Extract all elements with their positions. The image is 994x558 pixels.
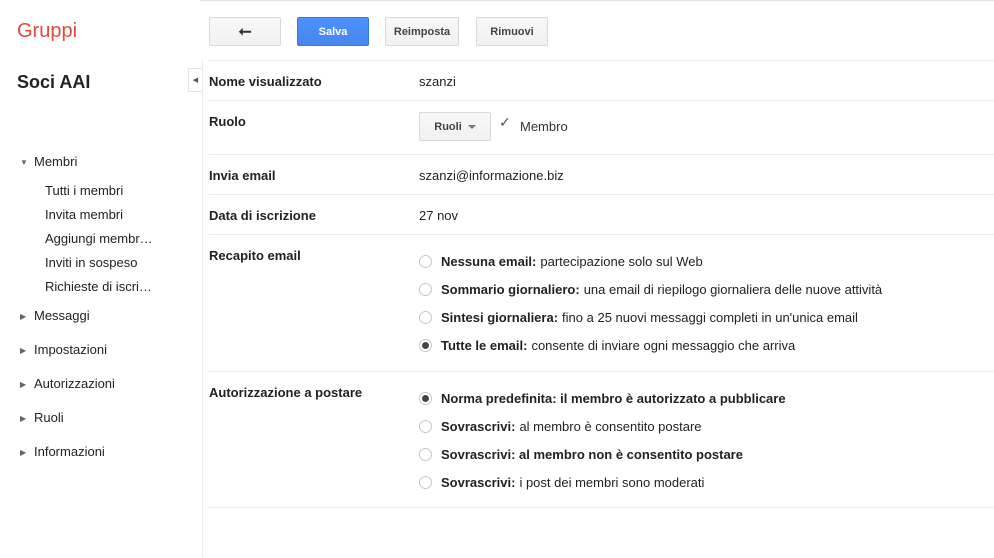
delivery-option-all-email[interactable]: Tutte le email: consente di inviare ogni … — [419, 338, 795, 353]
roles-dropdown-button[interactable]: Ruoli — [419, 112, 491, 141]
collapsed-arrow-icon: ▶ — [20, 312, 27, 321]
role-row: Ruolo Ruoli ✓ Membro — [209, 100, 994, 154]
sidebar-item-permissions[interactable]: ▶ Autorizzazioni — [20, 376, 115, 391]
sidebar-item-label: Autorizzazioni — [34, 376, 115, 391]
join-date-label: Data di iscrizione — [209, 208, 316, 223]
group-name: Soci AAI — [17, 72, 91, 92]
role-value: Membro — [520, 119, 568, 134]
posting-permission-row: Autorizzazione a postare Norma predefini… — [209, 371, 994, 508]
email-label: Invia email — [209, 168, 276, 183]
sidebar-item-label: Informazioni — [34, 444, 105, 459]
sidebar-item-roles[interactable]: ▶ Ruoli — [20, 410, 64, 425]
radio-button[interactable] — [419, 476, 432, 489]
option-text: una email di riepilogo giornaliera delle… — [583, 282, 883, 297]
option-title: Sintesi giornaliera: — [441, 310, 559, 325]
back-button[interactable]: ⭠ — [209, 17, 281, 46]
sidebar-item-about[interactable]: ▶ Informazioni — [20, 444, 105, 459]
collapsed-arrow-icon: ▶ — [20, 414, 27, 423]
sidebar-item-add-members[interactable]: Aggiungi membr… — [45, 231, 153, 246]
delivery-option-no-email[interactable]: Nessuna email: partecipazione solo sul We… — [419, 254, 703, 269]
reset-button[interactable]: Reimposta — [385, 17, 459, 46]
remove-button[interactable]: Rimuovi — [476, 17, 548, 46]
save-button[interactable]: Salva — [297, 17, 369, 46]
collapse-arrow-icon: ◀ — [192, 77, 199, 84]
option-title: Sovrascrivi: — [441, 475, 516, 490]
option-title: Sovrascrivi: al membro non è consentito … — [441, 447, 743, 462]
back-arrow-icon: ⭠ — [238, 22, 252, 40]
email-row: Invia email szanzi@informazione.biz — [209, 154, 994, 194]
sidebar-item-label: Impostazioni — [34, 342, 107, 357]
expanded-arrow-icon: ▼ — [20, 158, 28, 167]
sidebar-item-settings[interactable]: ▶ Impostazioni — [20, 342, 107, 357]
sidebar-item-members[interactable]: ▼ Membri — [20, 154, 77, 169]
sidebar-divider — [202, 60, 203, 558]
option-title: Sommario giornaliero: — [441, 282, 580, 297]
chevron-down-icon — [467, 124, 476, 129]
option-title: Sovrascrivi: — [441, 419, 516, 434]
radio-button[interactable] — [419, 255, 432, 268]
collapsed-arrow-icon: ▶ — [20, 346, 27, 355]
roles-button-label: Ruoli — [434, 120, 462, 133]
posting-permission-label: Autorizzazione a postare — [209, 385, 363, 400]
radio-button[interactable] — [419, 283, 432, 296]
collapsed-arrow-icon: ▶ — [20, 380, 27, 389]
option-title: Tutte le email: — [441, 338, 528, 353]
option-text: consente di inviare ogni messaggio che a… — [531, 338, 796, 353]
option-text: al membro è consentito postare — [519, 419, 702, 434]
email-delivery-row: Recapito email Nessuna email: partecipazi… — [209, 234, 994, 371]
email-value: szanzi@informazione.biz — [419, 168, 564, 183]
sidebar-item-pending-invites[interactable]: Inviti in sospeso — [45, 255, 138, 270]
radio-button-selected[interactable] — [419, 339, 432, 352]
collapse-sidebar-button[interactable]: ◀ — [188, 68, 202, 92]
sidebar-item-all-members[interactable]: Tutti i membri — [45, 183, 123, 198]
option-text: i post dei membri sono moderati — [519, 475, 705, 490]
join-date-value: 27 nov — [419, 208, 459, 223]
sidebar-item-join-requests[interactable]: Richieste di iscri… — [45, 279, 152, 294]
top-divider — [200, 0, 994, 1]
delivery-option-daily-digest[interactable]: Sommario giornaliero: una email di riepil… — [419, 282, 882, 297]
delivery-option-abridged[interactable]: Sintesi giornaliera: fino a 25 nuovi mess… — [419, 310, 858, 325]
role-label: Ruolo — [209, 114, 246, 129]
join-date-row: Data di iscrizione 27 nov — [209, 194, 994, 234]
collapsed-arrow-icon: ▶ — [20, 448, 27, 457]
display-name-label: Nome visualizzato — [209, 74, 322, 89]
posting-option-moderated[interactable]: Sovrascrivi: i post dei membri sono moder… — [419, 475, 704, 490]
sidebar-item-invite-members[interactable]: Invita membri — [45, 207, 123, 222]
radio-button-selected[interactable] — [419, 392, 432, 405]
display-name-row: Nome visualizzato szanzi — [209, 60, 994, 100]
app-title[interactable]: Gruppi — [17, 20, 77, 43]
radio-button[interactable] — [419, 448, 432, 461]
sidebar-item-label: Messaggi — [34, 308, 90, 323]
posting-option-allowed[interactable]: Sovrascrivi: al membro è consentito posta… — [419, 419, 702, 434]
option-title: Norma predefinita: il membro è autorizza… — [441, 391, 786, 406]
sidebar-item-label: Ruoli — [34, 410, 64, 425]
checkmark-icon: ✓ — [499, 114, 511, 130]
posting-option-not-allowed[interactable]: Sovrascrivi: al membro non è consentito … — [419, 447, 747, 462]
radio-button[interactable] — [419, 420, 432, 433]
email-delivery-label: Recapito email — [209, 248, 301, 263]
option-text: partecipazione solo sul Web — [540, 254, 703, 269]
posting-option-default[interactable]: Norma predefinita: il membro è autorizza… — [419, 391, 790, 406]
option-title: Nessuna email: — [441, 254, 537, 269]
display-name-value: szanzi — [419, 74, 456, 89]
sidebar-item-label: Membri — [34, 154, 78, 169]
sidebar-item-messages[interactable]: ▶ Messaggi — [20, 308, 90, 323]
option-text: fino a 25 nuovi messaggi completi in un'… — [562, 310, 858, 325]
radio-button[interactable] — [419, 311, 432, 324]
